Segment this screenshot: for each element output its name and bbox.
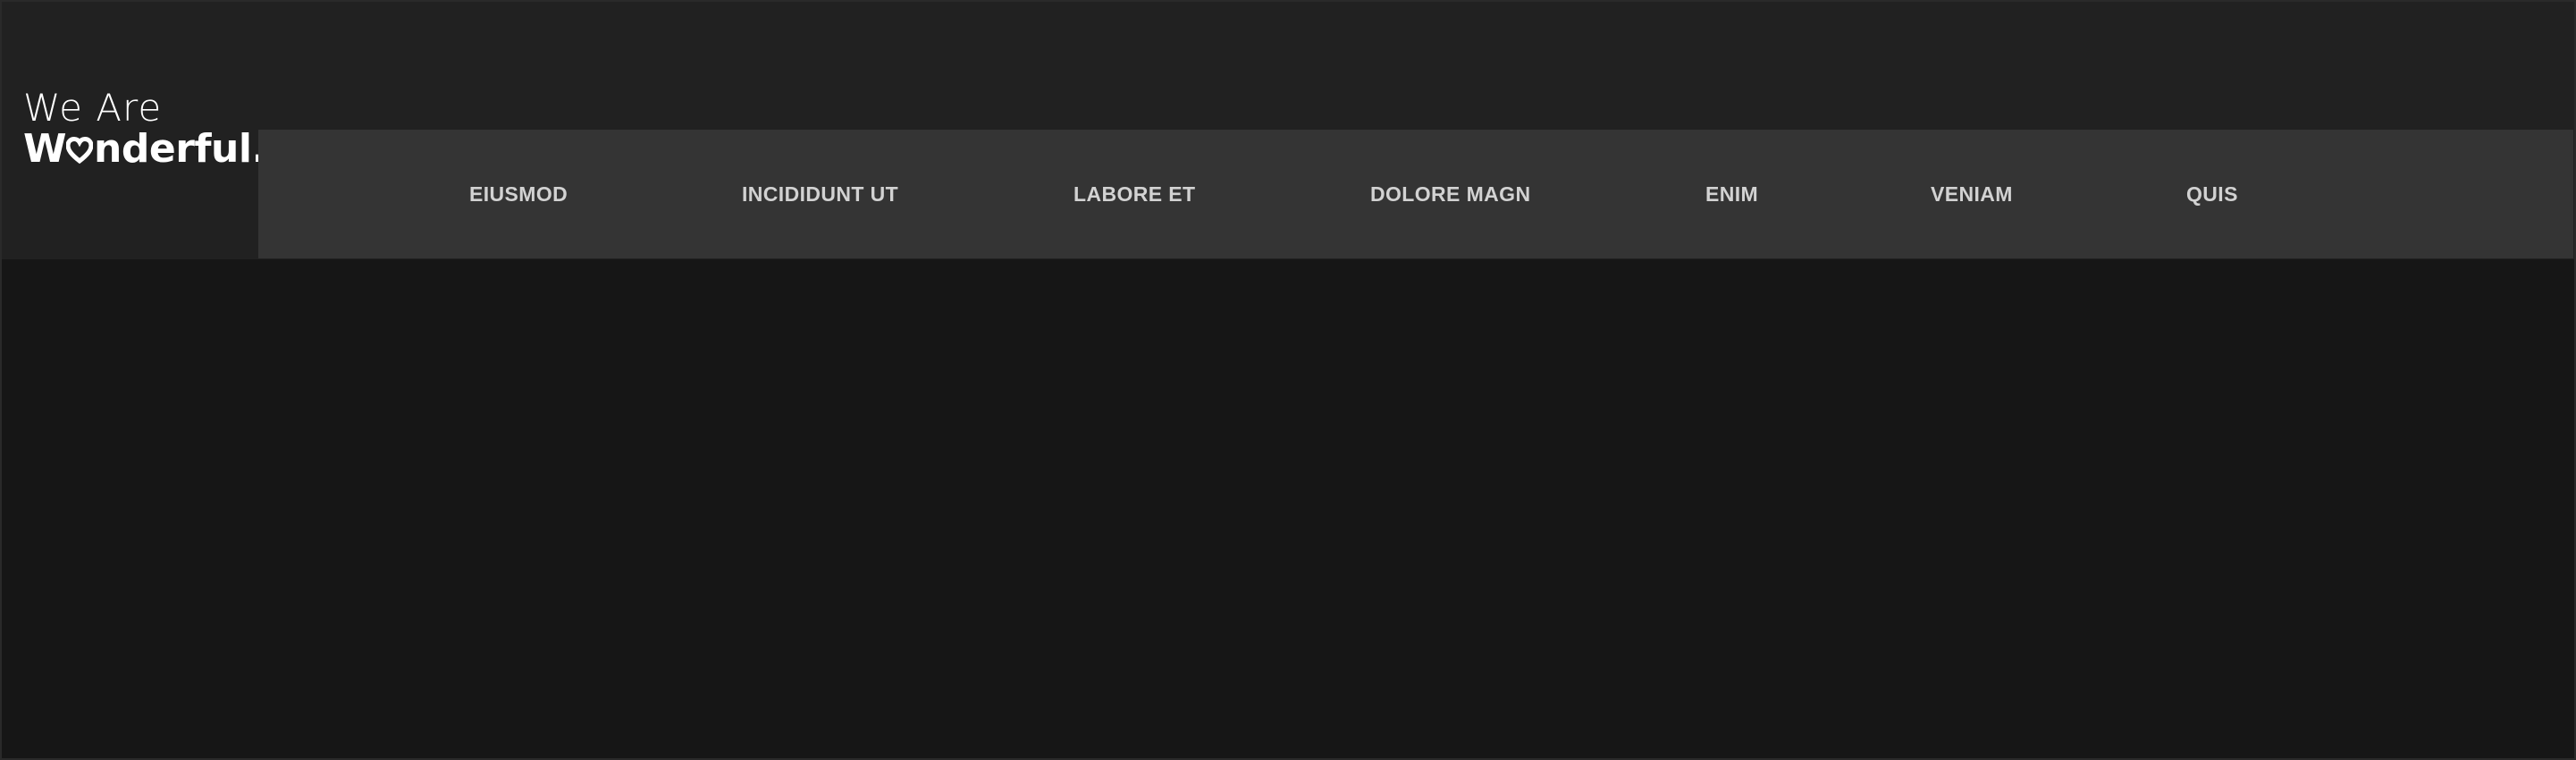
site-header: We Are Wnderful. EIUSMOD INCIDIDUNT UT L…: [0, 0, 2576, 259]
main-nav: EIUSMOD INCIDIDUNT UT LABORE ET DOLORE M…: [258, 130, 2573, 258]
nav-item-incididunt-ut[interactable]: INCIDIDUNT UT: [742, 130, 898, 258]
nav-item-labore-et[interactable]: LABORE ET: [1073, 130, 1196, 258]
logo-tagline: We Are: [23, 86, 163, 130]
nav-item-veniam[interactable]: VENIAM: [1931, 130, 2013, 258]
heart-icon: [66, 137, 94, 164]
nav-item-eiusmod[interactable]: EIUSMOD: [469, 130, 568, 258]
nav-item-enim[interactable]: ENIM: [1705, 130, 1758, 258]
logo-wordmark-suffix: nderful.: [94, 126, 266, 172]
logo-wordmark: Wnderful.: [23, 127, 266, 172]
nav-item-dolore-magn[interactable]: DOLORE MAGN: [1370, 130, 1530, 258]
site-logo[interactable]: We Are Wnderful.: [23, 86, 266, 175]
main-content: [0, 259, 2576, 760]
nav-item-quis[interactable]: QUIS: [2186, 130, 2238, 258]
logo-wordmark-prefix: W: [23, 126, 67, 172]
